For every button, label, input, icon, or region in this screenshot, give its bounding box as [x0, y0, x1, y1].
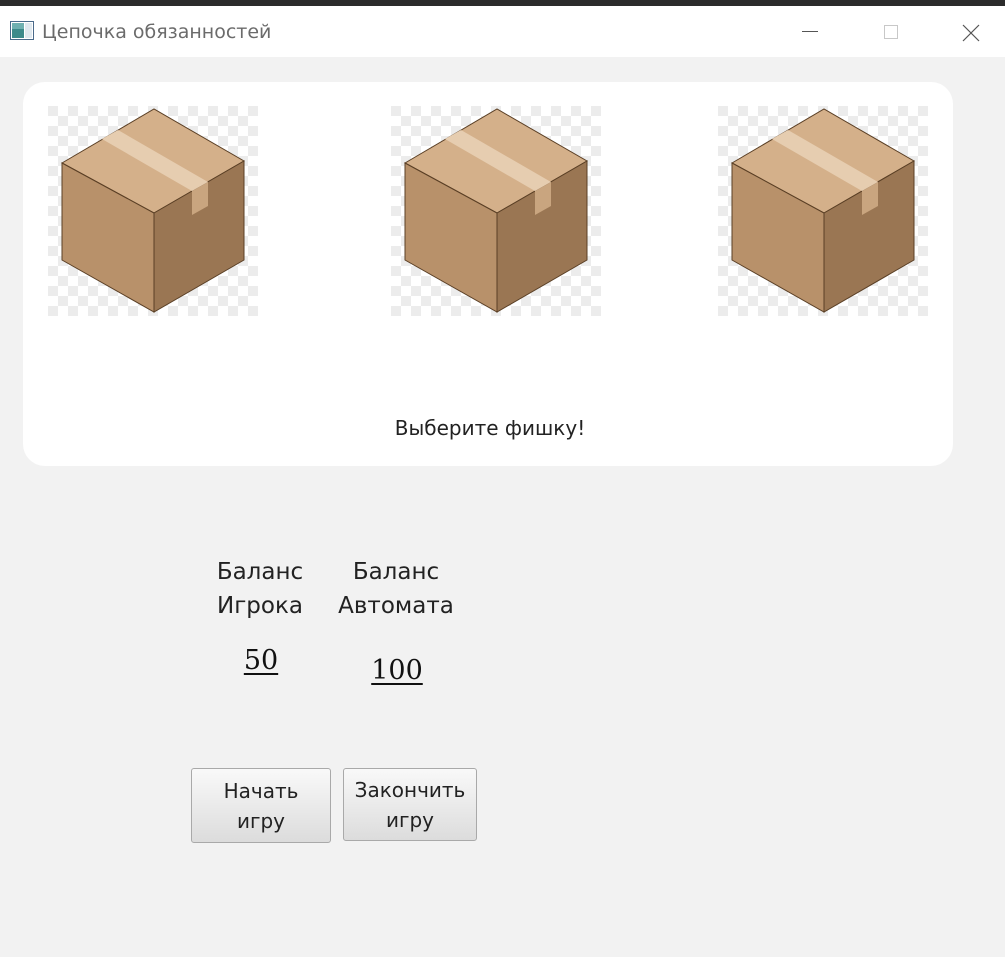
- minimize-icon: [802, 31, 818, 32]
- start-game-label-line2: игру: [236, 808, 286, 833]
- maximize-button[interactable]: [860, 6, 920, 57]
- box-chip-2[interactable]: [391, 106, 601, 316]
- machine-balance-label-line1: Баланс: [352, 559, 440, 585]
- player-balance-label: Баланс Игрока: [205, 555, 315, 623]
- minimize-button[interactable]: [780, 6, 840, 57]
- main-content: Выберите фишку! Баланс Игрока Баланс Авт…: [0, 57, 1005, 957]
- window-title: Цепочка обязанностей: [42, 21, 272, 43]
- end-game-label-line2: игру: [385, 807, 435, 832]
- end-game-label-line1: Закончить: [354, 777, 466, 802]
- box-chip-1[interactable]: [48, 106, 258, 316]
- machine-balance-label: Баланс Автомата: [336, 555, 456, 623]
- player-balance-label-line1: Баланс: [216, 559, 304, 585]
- close-button[interactable]: [940, 6, 1000, 57]
- cardboard-box-icon: [48, 106, 258, 316]
- box-chip-3[interactable]: [718, 106, 928, 316]
- start-game-button[interactable]: Начать игру: [191, 768, 331, 843]
- start-game-label-line1: Начать: [223, 778, 299, 803]
- maximize-icon: [884, 25, 898, 39]
- machine-balance-label-line2: Автомата: [338, 593, 454, 619]
- end-game-button[interactable]: Закончить игру: [343, 768, 477, 841]
- status-message: Выберите фишку!: [394, 416, 586, 440]
- player-balance-value: 50: [243, 645, 279, 676]
- player-balance-label-line2: Игрока: [217, 593, 303, 619]
- title-bar[interactable]: Цепочка обязанностей: [0, 6, 1005, 57]
- machine-balance-value: 100: [371, 655, 423, 686]
- cardboard-box-icon: [718, 106, 928, 316]
- close-icon: [962, 24, 980, 42]
- cardboard-box-icon: [391, 106, 601, 316]
- chips-panel: Выберите фишку!: [23, 82, 953, 466]
- app-icon: [10, 21, 34, 40]
